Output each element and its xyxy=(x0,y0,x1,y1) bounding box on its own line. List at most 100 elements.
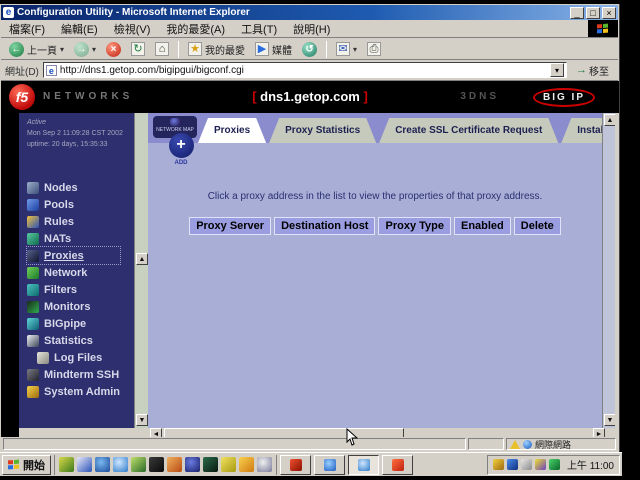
content-horizontal-scrollbar[interactable]: ◄ ► xyxy=(19,428,619,437)
menu-favorites[interactable]: 我的最愛(A) xyxy=(158,21,233,37)
log-files-icon xyxy=(37,352,49,364)
content-vertical-scrollbar[interactable]: ▲ ▼ xyxy=(602,113,615,428)
quicklaunch-icon[interactable] xyxy=(167,457,182,472)
sidebar-item-proxies[interactable]: Proxies xyxy=(27,247,120,264)
mail-dropdown-icon[interactable]: ▾ xyxy=(353,45,357,54)
quicklaunch-icon[interactable] xyxy=(221,457,236,472)
sidebar-item-mindterm-ssh[interactable]: Mindterm SSH xyxy=(27,366,120,383)
toolbar-separator xyxy=(178,41,179,58)
scroll-down-button[interactable]: ▼ xyxy=(136,414,148,426)
address-input[interactable] xyxy=(60,65,550,76)
media-icon: ▶ xyxy=(255,42,269,56)
quicklaunch-icon[interactable] xyxy=(239,457,254,472)
tray-icon[interactable] xyxy=(493,459,504,470)
product-3dns-label: 3DNS xyxy=(460,91,499,102)
column-header-destination-host[interactable]: Destination Host xyxy=(274,217,375,235)
quicklaunch-icon[interactable] xyxy=(59,457,74,472)
menu-help[interactable]: 說明(H) xyxy=(285,21,338,37)
statistics-icon xyxy=(27,335,39,347)
sidebar-item-log-files[interactable]: Log Files xyxy=(27,349,120,366)
quicklaunch-icon[interactable] xyxy=(257,457,272,472)
windows-flag-icon xyxy=(597,23,609,34)
back-icon: ← xyxy=(9,42,24,57)
task-button[interactable] xyxy=(280,455,311,475)
tray-icon[interactable] xyxy=(507,459,518,470)
menu-tools[interactable]: 工具(T) xyxy=(233,21,285,37)
print-button[interactable]: ⎙ xyxy=(363,41,385,57)
favorites-button[interactable]: ★ 我的最愛 xyxy=(184,41,249,58)
scroll-right-button[interactable]: ► xyxy=(593,428,605,437)
address-dropdown-icon[interactable]: ▾ xyxy=(550,63,564,77)
mindterm-ssh-icon xyxy=(27,369,39,381)
quicklaunch-icon[interactable] xyxy=(131,457,146,472)
sidebar-item-system-admin[interactable]: System Admin xyxy=(27,383,120,400)
scroll-up-button[interactable]: ▲ xyxy=(136,253,148,265)
zone-label: 網際網路 xyxy=(535,438,571,451)
media-label: 媒體 xyxy=(272,42,292,57)
app-icon xyxy=(392,459,404,471)
back-button[interactable]: ← 上一頁 ▾ xyxy=(5,41,68,58)
scroll-left-button[interactable]: ◄ xyxy=(150,428,162,437)
column-header-enabled[interactable]: Enabled xyxy=(454,217,511,235)
address-box[interactable]: e ▾ xyxy=(43,62,567,78)
minimize-button[interactable]: _ xyxy=(570,7,584,19)
toolbar-separator xyxy=(326,41,327,58)
title-bar[interactable]: e Configuration Utility - Microsoft Inte… xyxy=(1,5,618,20)
start-button[interactable]: 開始 xyxy=(2,455,51,475)
quicklaunch-icon[interactable] xyxy=(185,457,200,472)
sidebar-item-statistics[interactable]: Statistics xyxy=(27,332,120,349)
tab-proxies[interactable]: Proxies xyxy=(198,118,266,143)
go-button[interactable]: → 移至 xyxy=(571,62,614,79)
close-button[interactable]: × xyxy=(602,7,616,19)
sidebar-scrollbar[interactable]: ▲ ▼ xyxy=(134,113,148,428)
home-button[interactable]: ⌂ xyxy=(151,41,173,57)
menu-view[interactable]: 檢視(V) xyxy=(106,21,159,37)
sidebar-item-bigpipe[interactable]: BIGpipe xyxy=(27,315,120,332)
sidebar-item-nodes[interactable]: Nodes xyxy=(27,179,120,196)
monitors-icon xyxy=(27,301,39,313)
sidebar-item-monitors[interactable]: Monitors xyxy=(27,298,120,315)
mail-icon: ✉ xyxy=(336,42,350,56)
sidebar-item-pools[interactable]: Pools xyxy=(27,196,120,213)
back-dropdown-icon[interactable]: ▾ xyxy=(60,45,64,54)
network-icon xyxy=(27,267,39,279)
sidebar-item-rules[interactable]: Rules xyxy=(27,213,120,230)
menu-file[interactable]: 檔案(F) xyxy=(1,21,53,37)
refresh-button[interactable]: ↻ xyxy=(127,41,149,57)
quicklaunch-icon[interactable] xyxy=(149,457,164,472)
mail-button[interactable]: ✉ ▾ xyxy=(332,41,361,57)
quicklaunch-icon[interactable] xyxy=(203,457,218,472)
sidebar-item-filters[interactable]: Filters xyxy=(27,281,120,298)
menu-edit[interactable]: 編輯(E) xyxy=(53,21,106,37)
task-button[interactable] xyxy=(382,455,413,475)
media-button[interactable]: ▶ 媒體 xyxy=(251,41,296,58)
column-header-proxy-server[interactable]: Proxy Server xyxy=(189,217,271,235)
tab-proxy-statistics[interactable]: Proxy Statistics xyxy=(269,118,376,143)
column-header-proxy-type[interactable]: Proxy Type xyxy=(378,217,451,235)
scrollbar-thumb[interactable] xyxy=(164,428,404,437)
tab-create-ssl-certificate-request[interactable]: Create SSL Certificate Request xyxy=(379,118,558,143)
sidebar-item-network[interactable]: Network xyxy=(27,264,120,281)
stop-button[interactable]: × xyxy=(102,41,125,58)
add-proxy-button[interactable]: + ADD xyxy=(166,133,196,166)
tray-icon[interactable] xyxy=(521,459,532,470)
quicklaunch-icon[interactable] xyxy=(113,457,128,472)
tray-icon[interactable] xyxy=(549,459,560,470)
maximize-button[interactable]: □ xyxy=(586,7,600,19)
quicklaunch-icon[interactable] xyxy=(95,457,110,472)
forward-dropdown-icon[interactable]: ▾ xyxy=(92,45,96,54)
task-button[interactable] xyxy=(314,455,345,475)
forward-button[interactable]: → ▾ xyxy=(70,41,100,58)
tray-icon[interactable] xyxy=(535,459,546,470)
add-plus-icon[interactable]: + xyxy=(169,133,194,158)
quicklaunch-icon[interactable] xyxy=(77,457,92,472)
start-windows-icon xyxy=(8,459,20,470)
history-button[interactable]: ↺ xyxy=(298,41,321,58)
column-header-delete[interactable]: Delete xyxy=(514,217,561,235)
nodes-icon xyxy=(27,182,39,194)
task-button-active[interactable] xyxy=(348,455,379,475)
sidebar-item-nats[interactable]: NATs xyxy=(27,230,120,247)
favorites-label: 我的最愛 xyxy=(205,42,245,57)
app-icon xyxy=(290,459,302,471)
address-label: 網址(D) xyxy=(5,63,39,78)
